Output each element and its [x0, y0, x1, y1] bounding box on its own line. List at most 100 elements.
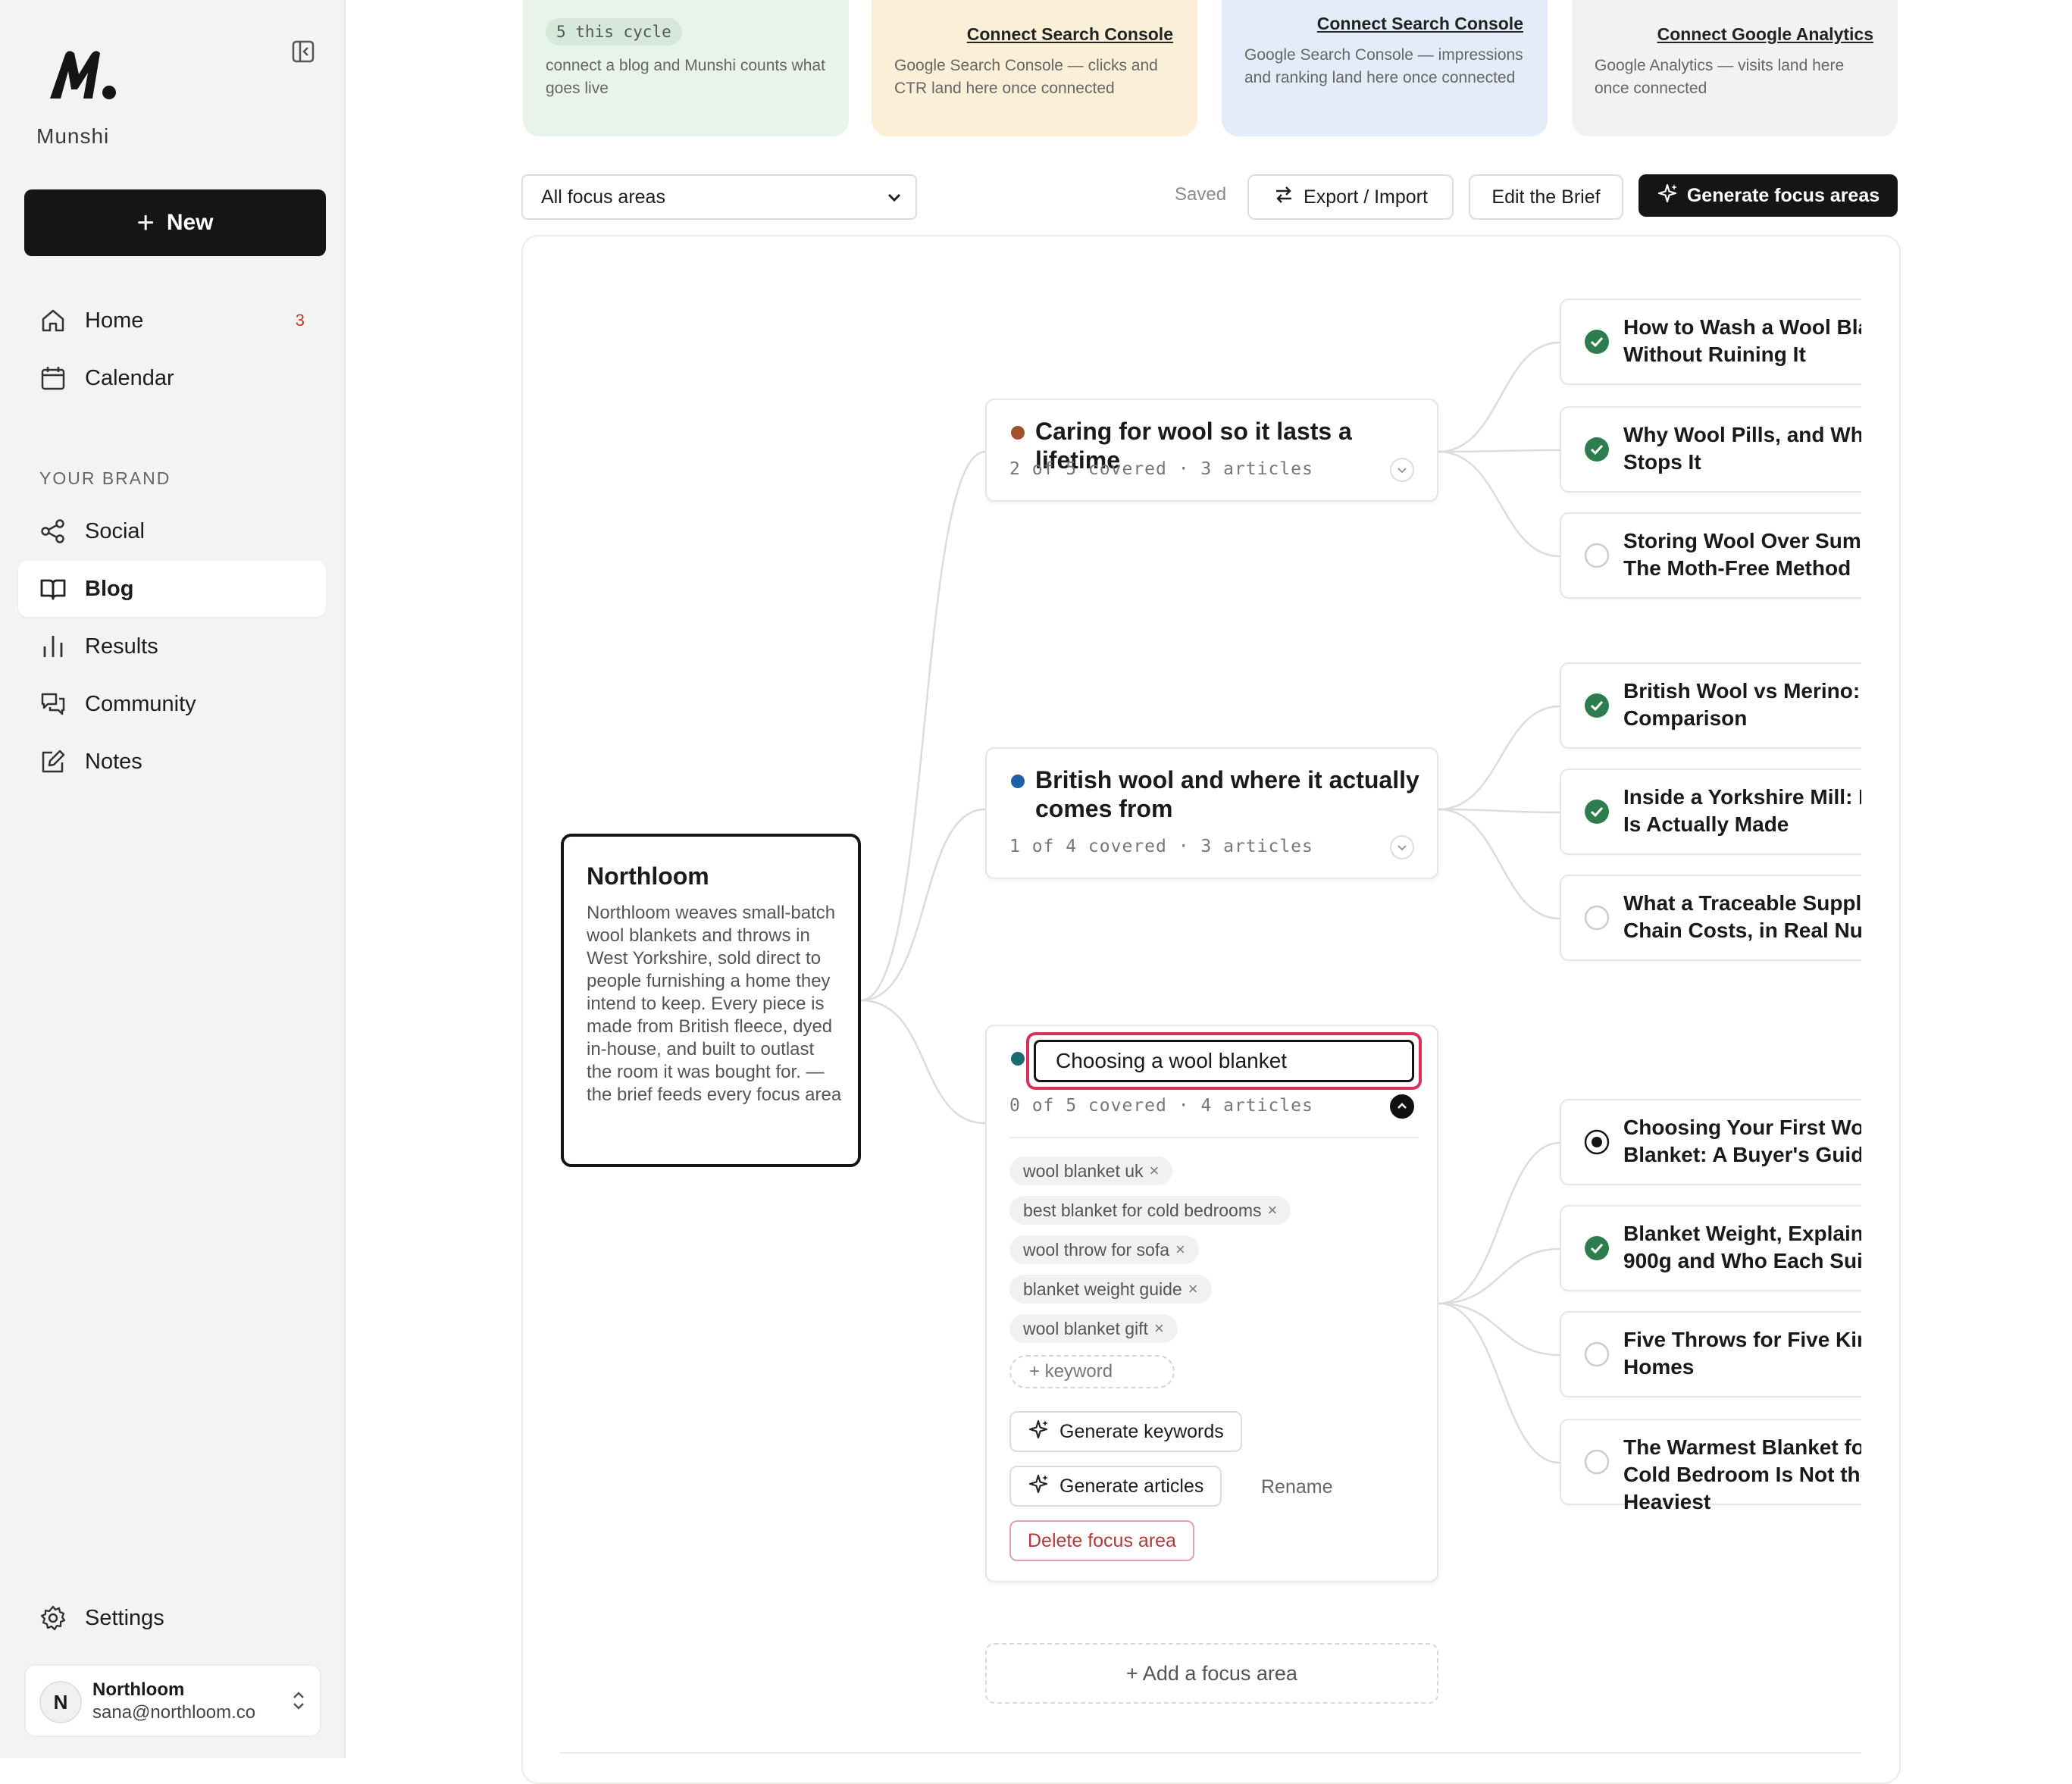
- sidebar-item-home[interactable]: Home 3: [18, 293, 326, 349]
- cycle-pill: 5 this cycle: [546, 18, 682, 45]
- remove-keyword-icon[interactable]: ×: [1188, 1279, 1198, 1299]
- connect-search-console-link[interactable]: Connect Search Console: [1317, 14, 1523, 34]
- sidebar-item-label: Home: [85, 308, 144, 333]
- focus-area-card[interactable]: British wool and where it actually comes…: [985, 747, 1438, 879]
- empty-circle-icon: [1584, 1341, 1610, 1367]
- expand-toggle[interactable]: [1390, 458, 1414, 482]
- article-title: Storing Wool Over Summer: The Moth-Free …: [1623, 529, 1861, 580]
- root-description: Northloom weaves small-batch wool blanke…: [587, 903, 842, 1105]
- check-circle-icon: [1584, 693, 1610, 718]
- article-node[interactable]: Storing Wool Over Summer: The Moth-Free …: [1560, 512, 1861, 599]
- munshi-logo[interactable]: [45, 44, 121, 105]
- connect-search-console-link[interactable]: Connect Search Console: [967, 24, 1173, 45]
- keyword-chip[interactable]: wool blanket gift ×: [1009, 1314, 1178, 1343]
- user-email: sana@northloom.co: [92, 1702, 256, 1723]
- article-title: British Wool vs Merino: A Comparison: [1623, 679, 1861, 730]
- sidebar-item-results[interactable]: Results: [18, 618, 326, 674]
- collapse-toggle[interactable]: [1390, 1094, 1414, 1119]
- article-node[interactable]: Blanket Weight, Explained: 900g and Who …: [1560, 1205, 1861, 1291]
- article-title: Blanket Weight, Explained: 900g and Who …: [1623, 1222, 1861, 1272]
- remove-keyword-icon[interactable]: ×: [1175, 1240, 1185, 1260]
- article-node[interactable]: What a Traceable Supply Chain Costs, in …: [1560, 875, 1861, 961]
- delete-focus-area-button[interactable]: Delete focus area: [1009, 1520, 1194, 1561]
- keyword-chip[interactable]: wool throw for sofa ×: [1009, 1235, 1199, 1264]
- new-button[interactable]: + New: [24, 189, 326, 256]
- article-title: Inside a Yorkshire Mill: How It Is Actua…: [1623, 785, 1861, 836]
- stat-card-clicks: Connect Search Console Google Search Con…: [872, 0, 1197, 136]
- expand-toggle[interactable]: [1390, 835, 1414, 859]
- remove-keyword-icon[interactable]: ×: [1268, 1200, 1278, 1220]
- calendar-icon: [39, 365, 67, 392]
- sidebar-item-community[interactable]: Community: [18, 676, 326, 732]
- add-focus-area-button[interactable]: + Add a focus area: [985, 1643, 1438, 1704]
- stat-card-visits: Connect Google Analytics Google Analytic…: [1572, 0, 1898, 136]
- home-icon: [39, 307, 67, 334]
- sidebar: Munshi + New Home 3 Calendar YOUR BRAND …: [0, 0, 346, 1758]
- section-label: YOUR BRAND: [39, 468, 171, 488]
- article-node[interactable]: Choosing Your First Wool Blanket: A Buye…: [1560, 1099, 1861, 1185]
- keyword-chip[interactable]: best blanket for cold bedrooms ×: [1009, 1196, 1291, 1225]
- collapse-sidebar-icon[interactable]: [291, 39, 315, 64]
- article-node[interactable]: How to Wash a Wool Blanket Without Ruini…: [1560, 299, 1861, 385]
- generate-keywords-button[interactable]: Generate keywords: [1009, 1411, 1242, 1452]
- generate-focus-label: Generate focus areas: [1686, 184, 1880, 206]
- chat-icon: [39, 690, 67, 718]
- article-node[interactable]: Inside a Yorkshire Mill: How It Is Actua…: [1560, 768, 1861, 855]
- focus-area-meta: 2 of 5 covered · 3 articles: [1009, 459, 1313, 479]
- mind-map-canvas[interactable]: Northloom Northloom weaves small-batch w…: [521, 235, 1901, 1784]
- swap-icon: [1273, 184, 1294, 211]
- focus-area-meta: 1 of 4 covered · 3 articles: [1009, 837, 1313, 856]
- root-title: Northloom: [587, 862, 709, 890]
- article-title: The Warmest Blanket for a Cold Bedroom I…: [1623, 1435, 1861, 1513]
- sparkle-icon: [1657, 183, 1678, 209]
- keyword-chip[interactable]: wool blanket uk ×: [1009, 1156, 1173, 1185]
- sidebar-item-settings[interactable]: Settings: [18, 1590, 326, 1646]
- keyword-chip[interactable]: blanket weight guide ×: [1009, 1275, 1212, 1304]
- focus-area-card-expanded[interactable]: 0 of 5 covered · 4 articles wool blanket…: [985, 1025, 1438, 1582]
- focus-area-title: British wool and where it actually comes…: [1035, 766, 1419, 822]
- article-node[interactable]: Five Throws for Five Kinds of Homes: [1560, 1311, 1861, 1397]
- avatar: N: [39, 1681, 82, 1723]
- article-title: What a Traceable Supply Chain Costs, in …: [1623, 891, 1861, 942]
- sidebar-item-label: Social: [85, 519, 145, 543]
- edit-brief-button[interactable]: Edit the Brief: [1469, 174, 1623, 220]
- card-description: connect a blog and Munshi counts what go…: [546, 57, 825, 97]
- rename-button[interactable]: Rename: [1261, 1476, 1333, 1498]
- focus-area-filter[interactable]: All focus areas: [521, 174, 917, 220]
- remove-keyword-icon[interactable]: ×: [1154, 1319, 1164, 1338]
- sidebar-item-label: Community: [85, 692, 196, 716]
- article-title: Why Wool Pills, and What Stops It: [1623, 423, 1861, 474]
- article-node[interactable]: British Wool vs Merino: A Comparison: [1560, 662, 1861, 749]
- check-circle-icon: [1584, 799, 1610, 825]
- rename-focus-input[interactable]: [1034, 1040, 1414, 1082]
- sidebar-item-social[interactable]: Social: [18, 503, 326, 559]
- gear-icon: [39, 1604, 67, 1632]
- check-circle-icon: [1584, 1235, 1610, 1261]
- generate-focus-areas-button[interactable]: Generate focus areas: [1639, 174, 1898, 217]
- empty-circle-icon: [1584, 905, 1610, 931]
- save-status: Saved: [1175, 184, 1227, 205]
- account-switcher[interactable]: N Northloom sana@northloom.co: [24, 1664, 321, 1737]
- share-icon: [39, 518, 67, 545]
- remove-keyword-icon[interactable]: ×: [1150, 1161, 1160, 1181]
- bar-chart-icon: [39, 633, 67, 660]
- brief-root-node[interactable]: Northloom Northloom weaves small-batch w…: [561, 834, 861, 1167]
- connect-google-analytics-link[interactable]: Connect Google Analytics: [1657, 24, 1873, 45]
- chevron-down-icon: [885, 188, 903, 206]
- sidebar-item-notes[interactable]: Notes: [18, 734, 326, 790]
- sidebar-item-blog[interactable]: Blog: [18, 561, 326, 617]
- plus-icon: +: [136, 206, 155, 239]
- home-badge: 3: [295, 311, 305, 330]
- book-icon: [39, 575, 67, 602]
- canvas-viewport: Northloom Northloom weaves small-batch w…: [523, 236, 1861, 1782]
- article-node[interactable]: Why Wool Pills, and What Stops It: [1560, 406, 1861, 493]
- empty-circle-icon: [1584, 543, 1610, 568]
- focus-area-card[interactable]: Caring for wool so it lasts a lifetime 2…: [985, 399, 1438, 502]
- generate-articles-button[interactable]: Generate articles: [1009, 1466, 1222, 1507]
- sparkle-icon: [1028, 1473, 1049, 1500]
- sidebar-item-calendar[interactable]: Calendar: [18, 350, 326, 406]
- add-keyword-input[interactable]: + keyword: [1009, 1355, 1175, 1388]
- article-node[interactable]: The Warmest Blanket for a Cold Bedroom I…: [1560, 1419, 1861, 1513]
- check-circle-icon: [1584, 437, 1610, 462]
- export-import-button[interactable]: Export / Import: [1247, 174, 1454, 220]
